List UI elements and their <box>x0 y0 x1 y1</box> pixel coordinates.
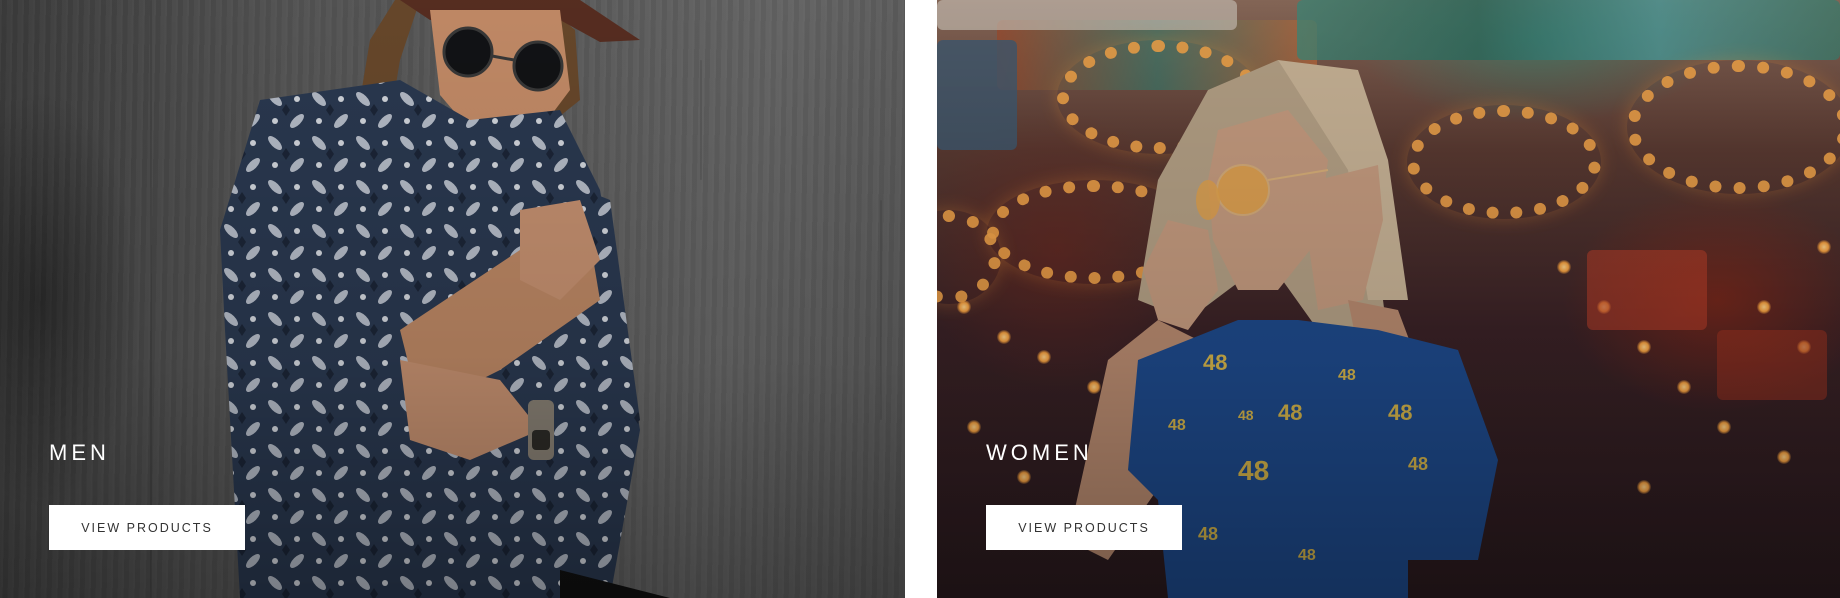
svg-text:48: 48 <box>1388 400 1412 425</box>
svg-text:48: 48 <box>1338 367 1356 384</box>
svg-text:48: 48 <box>1238 455 1269 486</box>
category-tile-women[interactable]: 48 48 48 48 48 48 48 48 48 48 WOMEN VIEW… <box>937 0 1840 598</box>
men-category-title: MEN <box>49 440 110 465</box>
svg-text:48: 48 <box>1238 407 1254 423</box>
svg-text:48: 48 <box>1203 350 1227 375</box>
women-view-products-button[interactable]: VIEW PRODUCTS <box>986 505 1182 550</box>
svg-text:48: 48 <box>1298 547 1316 564</box>
svg-text:48: 48 <box>1278 400 1302 425</box>
svg-text:48: 48 <box>1408 454 1428 474</box>
category-banner-grid: MEN VIEW PRODUCTS 48 48 48 48 48 48 48 4… <box>0 0 1840 598</box>
svg-text:48: 48 <box>1168 417 1186 434</box>
svg-text:48: 48 <box>1198 524 1218 544</box>
women-category-title: WOMEN <box>986 440 1093 465</box>
men-view-products-button[interactable]: VIEW PRODUCTS <box>49 505 245 550</box>
category-tile-men[interactable]: MEN VIEW PRODUCTS <box>0 0 905 598</box>
